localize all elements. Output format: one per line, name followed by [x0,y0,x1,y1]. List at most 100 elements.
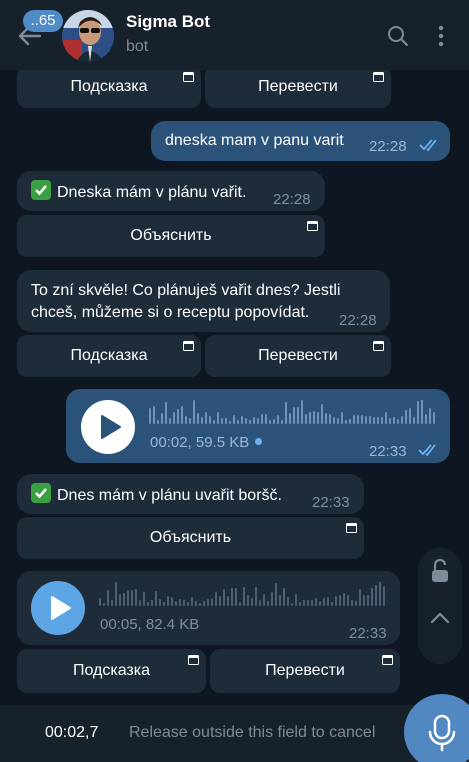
waveform-bar [247,595,249,606]
waveform-bar [155,591,157,606]
waveform-bar [265,414,267,424]
waveform-bar [179,599,181,606]
read-checks-icon [419,139,437,152]
waveform-bar [337,418,339,424]
waveform-bar [373,417,375,424]
inline-keyboard-top: Подсказка Перевести [17,66,391,108]
waveform-bar [207,599,209,606]
waveform-bar [123,593,125,606]
waveform-bar [401,416,403,424]
waveform-bar [303,600,305,606]
waveform-bar [237,420,239,424]
explain-button[interactable]: Объяснить [17,215,325,257]
waveform-bar [331,602,333,606]
waveform-bar [347,595,349,606]
waveform-bar [367,595,369,606]
explain-button[interactable]: Объяснить [17,517,364,559]
check-mark-icon [31,483,51,503]
translate-button-label: Перевести [265,662,345,679]
hint-button[interactable]: Подсказка [17,66,201,108]
translate-button-label: Перевести [258,78,338,95]
voice-meta: 00:02, 59.5 KB [150,432,263,454]
chevron-up-icon[interactable] [428,606,452,630]
waveform-bar [383,586,385,606]
incoming-voice-message[interactable]: 00:05, 82.4 KB 22:33 [17,571,400,645]
incoming-message[interactable]: Dneska mám v plánu vařit. 22:28 [17,171,325,211]
voice-waveform[interactable] [99,582,389,608]
waveform-bar [255,587,257,606]
waveform-bar [251,598,253,606]
waveform-bar [315,598,317,606]
waveform-bar [351,600,353,606]
outgoing-voice-message[interactable]: 00:02, 59.5 KB 22:33 [66,389,450,463]
translate-button[interactable]: Перевести [205,335,391,377]
waveform-bar [235,588,237,606]
voice-duration-size: 00:05, 82.4 KB [100,616,200,633]
waveform-bar [189,418,191,424]
more-menu-icon[interactable] [429,24,453,48]
incoming-message[interactable]: To zní skvěle! Co plánuješ vařit dnes? J… [17,270,390,332]
waveform-bar [233,415,235,424]
waveform-bar [323,598,325,606]
waveform-bar [377,417,379,424]
waveform-bar [245,418,247,424]
waveform-bar [217,412,219,424]
message-time: 22:33 [369,443,407,460]
chat-title[interactable]: Sigma Bot [126,12,210,32]
waveform-bar [329,414,331,424]
waveform-bar [297,407,299,424]
waveform-bar [277,415,279,424]
waveform-bar [161,413,163,424]
message-time: 22:28 [369,138,407,155]
waveform-bar [221,418,223,424]
waveform-bar [147,602,149,606]
waveform-bar [257,418,259,424]
unread-badge: ..65 [23,10,63,32]
waveform-bar [135,589,137,606]
chat-screen: ..65 Sigma Bot bot Подсказка Перевести d… [0,0,469,762]
microphone-button[interactable] [404,694,469,762]
waveform-bar [169,418,171,424]
waveform-bar [381,417,383,424]
translate-button[interactable]: Перевести [210,649,400,693]
waveform-bar [269,420,271,424]
waveform-bar [241,416,243,424]
waveform-bar [397,419,399,424]
incoming-message[interactable]: Dnes mám v plánu uvařit boršč. 22:33 [17,474,364,514]
waveform-bar [253,417,255,424]
waveform-bar [369,416,371,424]
play-button[interactable] [81,400,135,454]
waveform-bar [385,412,387,424]
avatar[interactable] [62,10,114,62]
hint-button[interactable]: Подсказка [17,335,201,377]
message-time: 22:33 [312,494,350,511]
message-body: Dneska mám v plánu vařit. [57,184,247,201]
waveform-bar [203,601,205,606]
waveform-bar [173,412,175,424]
waveform-bar [273,419,275,424]
popup-corner-icon [188,655,199,665]
waveform-bar [433,412,435,424]
waveform-bar [159,599,161,606]
waveform-bar [259,600,261,606]
waveform-bar [177,409,179,424]
search-icon[interactable] [386,24,410,48]
waveform-bar [271,592,273,606]
waveform-bar [355,601,357,606]
waveform-bar [313,411,315,424]
hint-button[interactable]: Подсказка [17,649,206,693]
play-button[interactable] [31,581,85,635]
message-time: 22:33 [349,625,387,642]
waveform-bar [163,602,165,606]
message-text: Dnes mám v plánu uvařit boršč. [31,483,282,507]
waveform-bar [413,417,415,424]
unlock-icon[interactable] [428,558,452,584]
waveform-bar [405,410,407,424]
translate-button[interactable]: Перевести [205,66,391,108]
waveform-bar [239,602,241,606]
outgoing-message[interactable]: dneska mam v panu varit 22:28 [151,121,450,161]
voice-waveform[interactable] [149,400,439,426]
waveform-bar [299,602,301,606]
waveform-bar [261,414,263,424]
popup-corner-icon [183,72,194,82]
